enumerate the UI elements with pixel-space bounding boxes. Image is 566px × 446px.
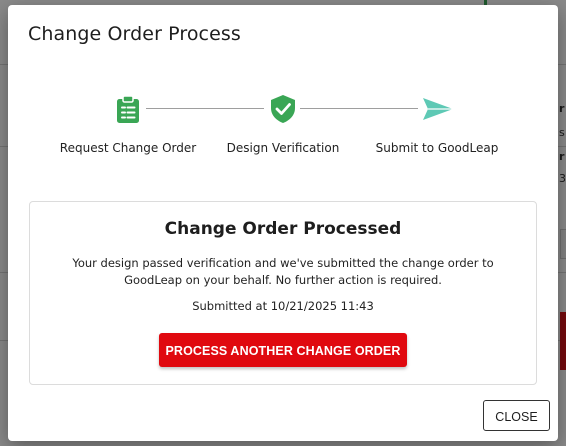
step-label-design-verification: Design Verification: [226, 141, 340, 155]
send-arrow-icon: [422, 94, 454, 124]
result-title: Change Order Processed: [164, 219, 402, 239]
step-label-submit-to-goodleap: Submit to GoodLeap: [375, 141, 499, 155]
process-another-change-order-button[interactable]: PROCESS ANOTHER CHANGE ORDER: [159, 333, 407, 367]
clipboard-check-icon: [113, 94, 143, 124]
close-button[interactable]: CLOSE: [483, 400, 550, 431]
dialog-title: Change Order Process: [28, 23, 241, 45]
process-stepper: Request Change Order Design Verification…: [8, 93, 558, 163]
step-connector: [146, 108, 264, 109]
step-connector: [300, 108, 418, 109]
result-card: Change Order Processed Your design passe…: [29, 201, 537, 385]
step-label-request-change-order: Request Change Order: [59, 141, 197, 155]
result-message: Your design passed verification and we'v…: [72, 256, 494, 287]
shield-check-icon: [268, 94, 298, 124]
submitted-timestamp: Submitted at 10/21/2025 11:43: [192, 299, 374, 313]
change-order-dialog: Change Order Process Request Change Orde…: [8, 5, 558, 441]
